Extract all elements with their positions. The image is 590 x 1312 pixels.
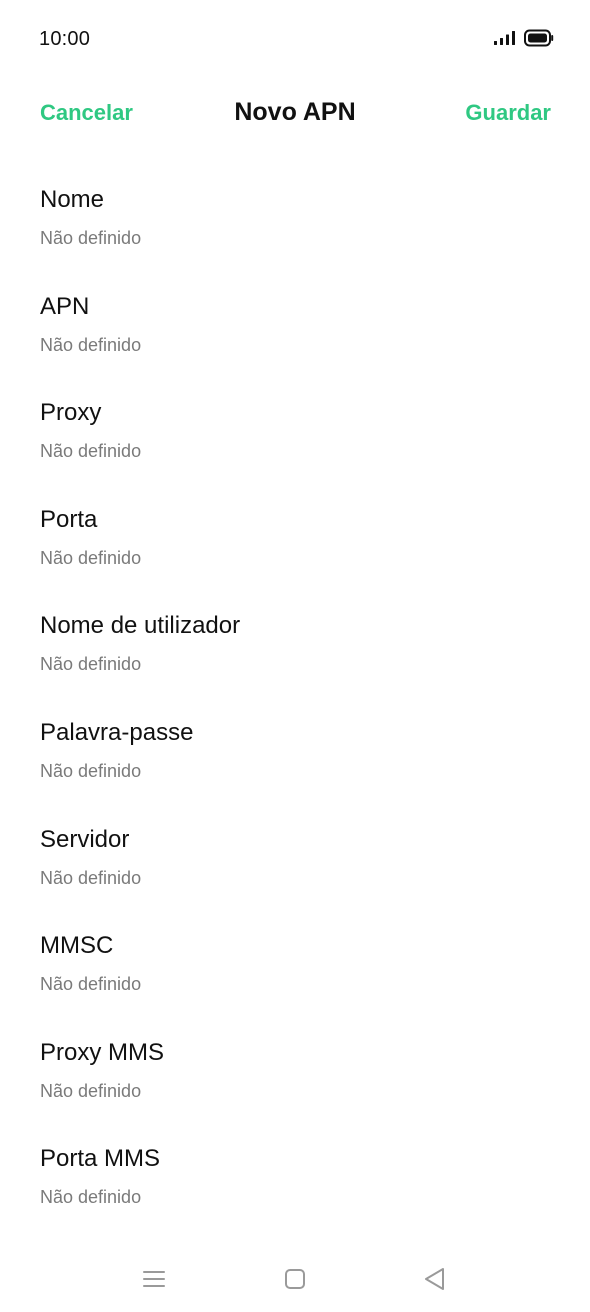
field-value: Não definido (40, 1187, 142, 1208)
field-value: Não definido (40, 974, 142, 995)
apn-field-mms-proxy[interactable]: Proxy MMS Não definido (0, 1013, 590, 1120)
status-time: 10:00 (39, 28, 91, 50)
menu-icon[interactable] (139, 1264, 169, 1294)
field-label: MMSC (40, 932, 114, 960)
field-value: Não definido (40, 867, 142, 888)
apn-field-password[interactable]: Palavra-passe Não definido (0, 693, 590, 800)
field-label: APN (40, 292, 90, 320)
field-value: Não definido (40, 760, 142, 781)
field-label: Nome (40, 186, 105, 213)
home-icon[interactable] (280, 1264, 310, 1294)
status-bar: 10:00 (0, 0, 590, 78)
apn-field-mmsc[interactable]: MMSC Não definido (0, 906, 590, 1013)
battery-icon (524, 29, 554, 47)
apn-field-port[interactable]: Porta Não definido (0, 480, 590, 587)
field-value: Não definido (40, 654, 142, 675)
field-value: Não definido (40, 228, 142, 248)
field-label: Nome de utilizador (40, 612, 241, 640)
field-label: Porta MMS (40, 1145, 161, 1173)
field-label: Servidor (40, 825, 130, 853)
apn-field-username[interactable]: Nome de utilizador Não definido (0, 586, 590, 693)
field-label: Porta (40, 505, 98, 533)
field-label: Palavra-passe (40, 718, 194, 746)
field-value: Não definido (40, 441, 142, 462)
apn-field-server[interactable]: Servidor Não definido (0, 800, 590, 907)
app-header: Cancelar Novo APN Guardar (0, 86, 590, 142)
field-value: Não definido (40, 1080, 142, 1101)
field-label: Proxy (40, 399, 102, 427)
apn-field-apn[interactable]: APN Não definido (0, 267, 590, 374)
apn-field-proxy[interactable]: Proxy Não definido (0, 373, 590, 480)
field-value: Não definido (40, 334, 142, 355)
field-label: Proxy MMS (40, 1038, 165, 1066)
navigation-bar (0, 1244, 590, 1312)
signal-icon (494, 31, 515, 45)
apn-settings-list: Nome Não definido APN Não definido Proxy… (0, 160, 590, 1226)
back-icon[interactable] (420, 1264, 450, 1294)
apn-field-mms-port[interactable]: Porta MMS Não definido (0, 1119, 590, 1226)
save-button[interactable]: Guardar (465, 100, 551, 126)
field-value: Não definido (40, 547, 142, 568)
apn-field-name[interactable]: Nome Não definido (0, 160, 590, 267)
